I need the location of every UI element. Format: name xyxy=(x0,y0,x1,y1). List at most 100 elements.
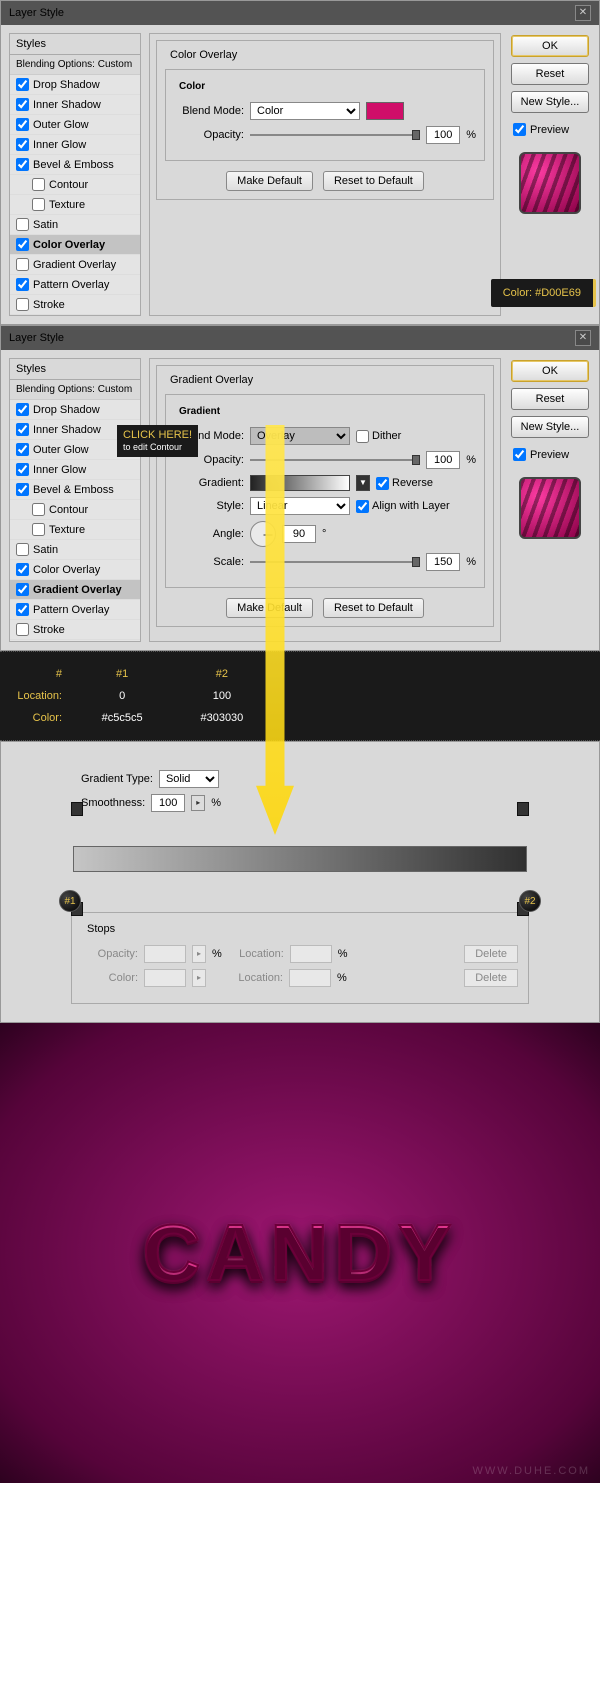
style-checkbox[interactable] xyxy=(32,523,45,536)
ok-button[interactable]: OK xyxy=(511,360,589,382)
style-item-bevel-emboss[interactable]: Bevel & Emboss xyxy=(10,155,140,175)
style-select[interactable]: Linear xyxy=(250,497,350,515)
opacity-value[interactable] xyxy=(426,126,460,144)
reset-button[interactable]: Reset xyxy=(511,388,589,410)
style-item-color-overlay[interactable]: Color Overlay xyxy=(10,560,140,580)
style-item-stroke[interactable]: Stroke xyxy=(10,620,140,640)
reset-button[interactable]: Reset xyxy=(511,63,589,85)
styles-header[interactable]: Styles xyxy=(10,359,140,380)
stop-location-input[interactable] xyxy=(290,945,332,963)
style-item-outer-glow[interactable]: Outer Glow xyxy=(10,115,140,135)
ok-button[interactable]: OK xyxy=(511,35,589,57)
chevron-right-icon[interactable]: ▸ xyxy=(192,945,206,963)
reset-default-button[interactable]: Reset to Default xyxy=(323,598,424,618)
opacity-slider[interactable] xyxy=(250,128,420,142)
stop-location-input[interactable] xyxy=(289,969,331,987)
sub-title: Gradient xyxy=(176,406,223,417)
delete-opacity-stop-button[interactable]: Delete xyxy=(464,945,518,963)
preview-checkbox[interactable]: Preview xyxy=(513,448,589,461)
make-default-button[interactable]: Make Default xyxy=(226,171,313,191)
style-checkbox[interactable] xyxy=(16,278,29,291)
click-here-hint: CLICK HERE! to edit Contour xyxy=(117,425,198,457)
style-checkbox[interactable] xyxy=(16,138,29,151)
dialog-titlebar: Layer Style ✕ xyxy=(1,1,599,25)
style-item-satin[interactable]: Satin xyxy=(10,540,140,560)
style-item-stroke[interactable]: Stroke xyxy=(10,295,140,315)
style-item-texture[interactable]: Texture xyxy=(10,195,140,215)
styles-header[interactable]: Styles xyxy=(10,34,140,55)
style-item-gradient-overlay[interactable]: Gradient Overlay xyxy=(10,580,140,600)
style-checkbox[interactable] xyxy=(16,158,29,171)
style-checkbox[interactable] xyxy=(16,298,29,311)
style-checkbox[interactable] xyxy=(16,443,29,456)
style-item-drop-shadow[interactable]: Drop Shadow xyxy=(10,75,140,95)
style-item-satin[interactable]: Satin xyxy=(10,215,140,235)
delete-color-stop-button[interactable]: Delete xyxy=(464,969,518,987)
style-checkbox[interactable] xyxy=(16,603,29,616)
gradient-dropdown-icon[interactable]: ▼ xyxy=(356,475,370,491)
stop-opacity-input[interactable] xyxy=(144,945,186,963)
style-item-inner-shadow[interactable]: Inner Shadow xyxy=(10,95,140,115)
close-icon[interactable]: ✕ xyxy=(575,330,591,346)
opacity-stop-right[interactable] xyxy=(517,802,529,816)
style-checkbox[interactable] xyxy=(16,78,29,91)
style-checkbox[interactable] xyxy=(16,98,29,111)
blend-mode-select[interactable]: Color xyxy=(250,102,360,120)
style-checkbox[interactable] xyxy=(16,543,29,556)
chevron-right-icon[interactable]: ▸ xyxy=(192,969,206,987)
style-item-gradient-overlay[interactable]: Gradient Overlay xyxy=(10,255,140,275)
layer-style-dialog-color-overlay: Layer Style ✕ Styles Blending Options: C… xyxy=(0,0,600,325)
center-panel: Gradient Overlay Gradient Blend Mode: Ov… xyxy=(149,358,501,642)
preview-checkbox[interactable]: Preview xyxy=(513,123,589,136)
blending-options[interactable]: Blending Options: Custom xyxy=(10,380,140,400)
style-item-contour[interactable]: Contour xyxy=(10,175,140,195)
dither-checkbox[interactable]: Dither xyxy=(356,430,401,443)
new-style-button[interactable]: New Style... xyxy=(511,91,589,113)
style-checkbox[interactable] xyxy=(16,423,29,436)
stop-color-swatch[interactable] xyxy=(144,969,186,987)
style-checkbox[interactable] xyxy=(16,118,29,131)
style-item-bevel-emboss[interactable]: Bevel & Emboss xyxy=(10,480,140,500)
reverse-checkbox[interactable]: Reverse xyxy=(376,477,433,490)
align-checkbox[interactable]: Align with Layer xyxy=(356,500,450,513)
angle-label: Angle: xyxy=(174,528,244,540)
scale-label: Scale: xyxy=(174,556,244,568)
style-checkbox[interactable] xyxy=(16,258,29,271)
gradient-type-label: Gradient Type: xyxy=(81,773,153,785)
style-checkbox[interactable] xyxy=(16,463,29,476)
blending-options[interactable]: Blending Options: Custom xyxy=(10,55,140,75)
color-swatch[interactable] xyxy=(366,102,404,120)
blend-mode-select[interactable]: Overlay xyxy=(250,427,350,445)
gradient-preview[interactable] xyxy=(250,475,350,491)
close-icon[interactable]: ✕ xyxy=(575,5,591,21)
style-checkbox[interactable] xyxy=(32,503,45,516)
style-item-pattern-overlay[interactable]: Pattern Overlay xyxy=(10,275,140,295)
opacity-value[interactable] xyxy=(426,451,460,469)
style-item-inner-glow[interactable]: Inner Glow xyxy=(10,460,140,480)
smoothness-dropdown-icon[interactable]: ▸ xyxy=(191,795,205,811)
new-style-button[interactable]: New Style... xyxy=(511,416,589,438)
style-checkbox[interactable] xyxy=(16,483,29,496)
style-item-contour[interactable]: Contour xyxy=(10,500,140,520)
opacity-stop-left[interactable] xyxy=(71,802,83,816)
style-checkbox[interactable] xyxy=(16,238,29,251)
scale-value[interactable] xyxy=(426,553,460,571)
reset-default-button[interactable]: Reset to Default xyxy=(323,171,424,191)
style-checkbox[interactable] xyxy=(16,403,29,416)
smoothness-value[interactable] xyxy=(151,794,185,812)
style-item-color-overlay[interactable]: Color Overlay xyxy=(10,235,140,255)
gradient-type-select[interactable]: Solid xyxy=(159,770,219,788)
style-item-texture[interactable]: Texture xyxy=(10,520,140,540)
style-checkbox[interactable] xyxy=(16,623,29,636)
color-tooltip: Color: #D00E69 xyxy=(491,279,596,307)
gradient-ramp[interactable] xyxy=(73,846,527,872)
style-checkbox[interactable] xyxy=(16,583,29,596)
style-item-drop-shadow[interactable]: Drop Shadow xyxy=(10,400,140,420)
style-checkbox[interactable] xyxy=(32,198,45,211)
angle-value[interactable] xyxy=(282,525,316,543)
style-checkbox[interactable] xyxy=(16,218,29,231)
style-checkbox[interactable] xyxy=(16,563,29,576)
style-item-inner-glow[interactable]: Inner Glow xyxy=(10,135,140,155)
style-checkbox[interactable] xyxy=(32,178,45,191)
style-item-pattern-overlay[interactable]: Pattern Overlay xyxy=(10,600,140,620)
